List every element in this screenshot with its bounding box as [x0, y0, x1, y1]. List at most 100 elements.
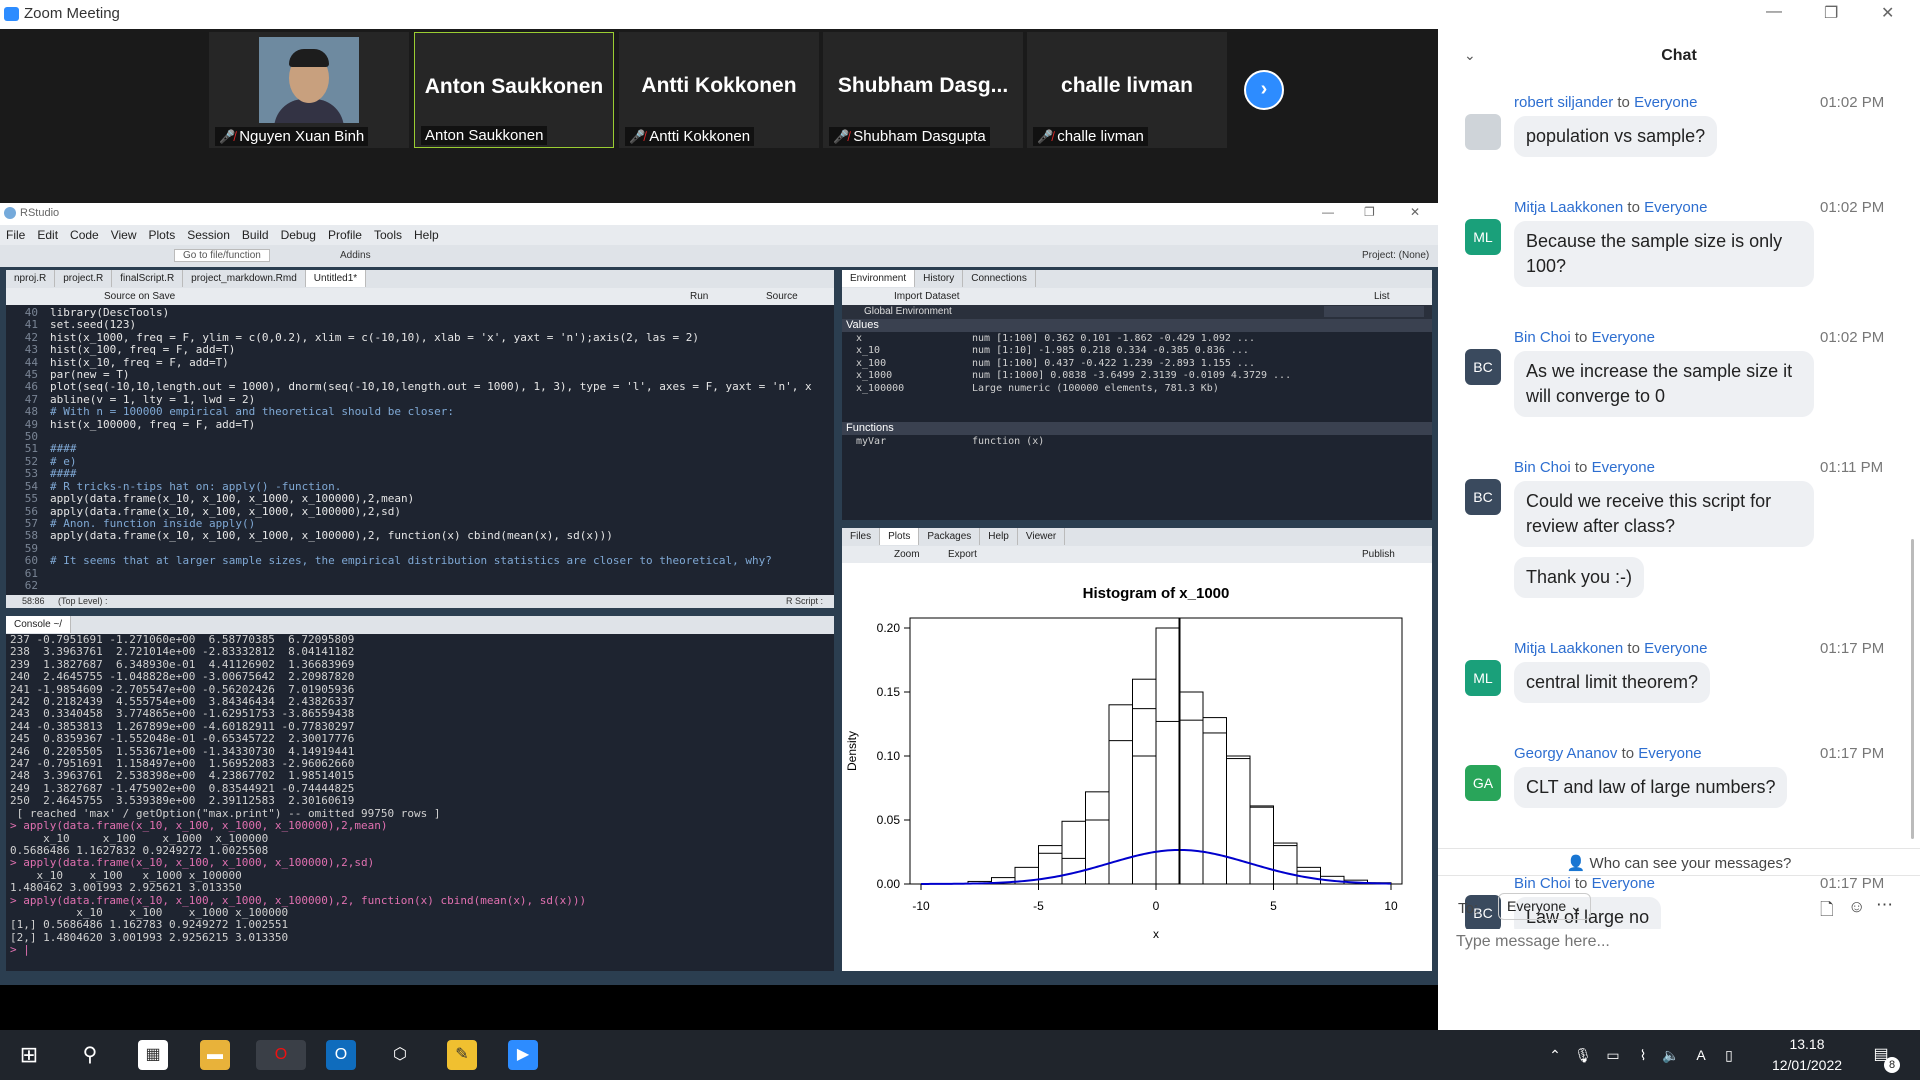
env-row[interactable]: x_10 num [1:10] -1.985 0.218 0.334 -0.385…: [842, 345, 1432, 357]
close-icon[interactable]: ✕: [1881, 3, 1894, 23]
pane-tab[interactable]: Packages: [919, 528, 981, 545]
minimize-icon[interactable]: —: [1766, 3, 1782, 21]
message-bubble[interactable]: Thank you :-): [1514, 557, 1645, 598]
file-icon[interactable]: 🗋: [1820, 897, 1834, 926]
chart-title: Histogram of x_1000: [1083, 585, 1230, 602]
run-button[interactable]: Run: [690, 291, 708, 302]
restore-icon[interactable]: ❐: [1364, 205, 1375, 219]
message-bubble[interactable]: CLT and law of large numbers?: [1514, 767, 1788, 808]
chat-scrollbar[interactable]: [1908, 89, 1916, 869]
tray-chevron-icon[interactable]: ⌃: [1540, 1040, 1570, 1070]
windows-start-icon[interactable]: ⊞: [14, 1040, 44, 1070]
participant-tile[interactable]: challe livman 🎤̸ challe livman: [1027, 32, 1227, 148]
y-tick-label: 0.10: [877, 749, 901, 763]
pane-tab[interactable]: project.R: [55, 270, 113, 287]
pane-tab[interactable]: Untitled1*: [305, 270, 367, 287]
task-view-icon[interactable]: ▦: [138, 1040, 168, 1070]
privacy-link[interactable]: 👤 Who can see your messages?: [1438, 854, 1920, 872]
project-menu[interactable]: Project: (None): [1362, 250, 1429, 261]
restore-icon[interactable]: ❐: [1824, 3, 1838, 23]
menu-item[interactable]: Session: [187, 228, 230, 242]
pane-tab[interactable]: nproj.R: [6, 270, 56, 287]
menu-item[interactable]: Help: [414, 228, 439, 242]
muted-mic-icon: 🎤̸: [219, 129, 236, 144]
search-icon[interactable]: ⚲: [75, 1040, 105, 1070]
env-search-input[interactable]: [1324, 306, 1424, 317]
clock-time[interactable]: 13.18: [1772, 1036, 1842, 1052]
message-bubble[interactable]: central limit theorem?: [1514, 662, 1711, 703]
env-row[interactable]: myVar function (x): [842, 436, 1432, 448]
recipient-select[interactable]: Everyone ⌄: [1498, 893, 1591, 920]
env-values-list[interactable]: x num [1:100] 0.362 0.101 -1.862 -0.429 1…: [842, 333, 1432, 395]
zoom-app-icon[interactable]: ▶: [508, 1040, 538, 1070]
env-row[interactable]: x_1000 num [1:1000] 0.0838 -3.6499 2.3139…: [842, 370, 1432, 382]
menu-item[interactable]: File: [6, 228, 25, 242]
cube-app-icon[interactable]: ⬡: [385, 1040, 415, 1070]
env-row[interactable]: x_100 num [1:100] 0.437 -0.422 1.239 -2.8…: [842, 358, 1432, 370]
menu-item[interactable]: Build: [242, 228, 269, 242]
emoji-icon[interactable]: ☺: [1848, 897, 1865, 917]
addins-button[interactable]: Addins: [340, 250, 371, 261]
source-on-save-checkbox[interactable]: Source on Save: [104, 291, 175, 302]
avatar: BC: [1465, 349, 1501, 385]
env-row[interactable]: x_100000 Large numeric (100000 elements, …: [842, 383, 1432, 395]
wifi-icon[interactable]: ⌇: [1628, 1040, 1658, 1070]
chat-message-input[interactable]: [1456, 929, 1896, 955]
participant-tile[interactable]: 🎤̸ Nguyen Xuan Binh: [209, 32, 409, 148]
pane-tab[interactable]: Environment: [842, 270, 916, 287]
volume-icon[interactable]: 🔈: [1656, 1040, 1686, 1070]
scope-indicator[interactable]: (Top Level) :: [58, 596, 108, 606]
menu-item[interactable]: View: [111, 228, 137, 242]
source-button[interactable]: Source: [766, 291, 798, 302]
microphone-icon[interactable]: 🎙: [1568, 1040, 1598, 1070]
menu-item[interactable]: Code: [70, 228, 99, 242]
participant-tile[interactable]: Antti Kokkonen 🎤̸ Antti Kokkonen: [619, 32, 819, 148]
menu-item[interactable]: Plots: [149, 228, 176, 242]
avatar: ML: [1465, 219, 1501, 255]
participant-tile[interactable]: Shubham Dasg... 🎤̸ Shubham Dasgupta: [823, 32, 1023, 148]
console-tab[interactable]: Console ~/: [6, 616, 72, 633]
menu-item[interactable]: Debug: [281, 228, 316, 242]
message-bubble[interactable]: Could we receive this script for review …: [1514, 481, 1814, 547]
next-page-arrow-icon[interactable]: ›: [1244, 70, 1284, 110]
participant-tile-active[interactable]: Anton Saukkonen Anton Saukkonen: [414, 32, 614, 148]
goto-file-input[interactable]: Go to file/function: [174, 249, 270, 262]
env-row[interactable]: x num [1:100] 0.362 0.101 -1.862 -0.429 1…: [842, 333, 1432, 345]
env-functions-list[interactable]: myVar function (x): [842, 436, 1432, 448]
code-editor[interactable]: 40 library(DescTools) 41 set.seed(123) 42 his…: [8, 307, 822, 592]
tablet-icon[interactable]: ▯: [1714, 1040, 1744, 1070]
pane-tab[interactable]: finalScript.R: [112, 270, 184, 287]
close-icon[interactable]: ✕: [1410, 205, 1420, 219]
pane-tab[interactable]: Viewer: [1018, 528, 1066, 545]
publish-button[interactable]: Publish: [1362, 549, 1395, 560]
outlook-icon[interactable]: O: [326, 1040, 356, 1070]
more-icon[interactable]: ⋯: [1876, 895, 1893, 915]
pane-tab[interactable]: Files: [842, 528, 881, 545]
export-button[interactable]: Export: [948, 549, 977, 560]
global-env-select[interactable]: Global Environment: [864, 306, 952, 317]
histogram-bar: [1249, 806, 1274, 885]
pane-tab[interactable]: Connections: [963, 270, 1036, 287]
message-bubble[interactable]: Because the sample size is only 100?: [1514, 221, 1814, 287]
clock-date[interactable]: 12/01/2022: [1766, 1057, 1848, 1073]
file-explorer-icon[interactable]: ▬: [200, 1040, 230, 1070]
message-bubble[interactable]: As we increase the sample size it will c…: [1514, 351, 1814, 417]
list-view-button[interactable]: List: [1374, 291, 1390, 302]
menu-item[interactable]: Profile: [328, 228, 362, 242]
pane-tab[interactable]: project_markdown.Rmd: [183, 270, 306, 287]
file-type-indicator[interactable]: R Script :: [786, 596, 823, 606]
menu-item[interactable]: Tools: [374, 228, 402, 242]
message-bubble[interactable]: population vs sample?: [1514, 116, 1718, 157]
sticky-app-icon[interactable]: ✎: [447, 1040, 477, 1070]
menu-item[interactable]: Edit: [37, 228, 58, 242]
language-icon[interactable]: A: [1686, 1040, 1716, 1070]
zoom-button[interactable]: Zoom: [894, 549, 920, 560]
import-dataset-button[interactable]: Import Dataset: [894, 291, 960, 302]
pane-tab[interactable]: History: [915, 270, 964, 287]
opera-browser-icon[interactable]: O: [256, 1040, 306, 1070]
pane-tab[interactable]: Help: [980, 528, 1018, 545]
console-output[interactable]: 237 -0.7951691 -1.271060e+00 6.58770385 …: [10, 634, 822, 969]
minimize-icon[interactable]: —: [1322, 205, 1334, 219]
pane-tab[interactable]: Plots: [880, 528, 920, 545]
battery-icon[interactable]: ▭: [1598, 1040, 1628, 1070]
